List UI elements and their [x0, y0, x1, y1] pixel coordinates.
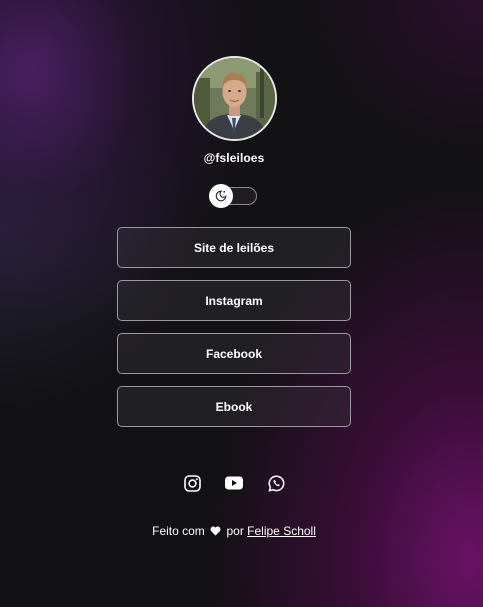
link-list: Site de leilões Instagram Facebook Ebook [117, 227, 351, 439]
whatsapp-icon[interactable] [267, 474, 285, 492]
link-button-instagram[interactable]: Instagram [117, 280, 351, 321]
instagram-icon[interactable] [183, 474, 201, 492]
toggle-knob[interactable] [209, 184, 233, 208]
footer: Feito com por Felipe Scholl [0, 524, 468, 538]
avatar [192, 56, 277, 141]
link-button-site-de-leiloes[interactable]: Site de leilões [117, 227, 351, 268]
footer-prefix: Feito com [152, 524, 205, 538]
link-button-facebook[interactable]: Facebook [117, 333, 351, 374]
moon-sun-icon [215, 190, 227, 202]
youtube-icon[interactable] [225, 474, 243, 492]
linktree-page: @fsleiloes Site de leilões Instagram Fac… [0, 0, 483, 607]
link-button-ebook[interactable]: Ebook [117, 386, 351, 427]
footer-middle: por [226, 524, 244, 538]
author-link[interactable]: Felipe Scholl [247, 524, 316, 538]
profile-handle: @fsleiloes [203, 151, 265, 165]
heart-icon [210, 526, 221, 536]
theme-toggle[interactable] [209, 184, 257, 208]
avatar-photo [194, 58, 275, 139]
social-icons [0, 474, 468, 492]
